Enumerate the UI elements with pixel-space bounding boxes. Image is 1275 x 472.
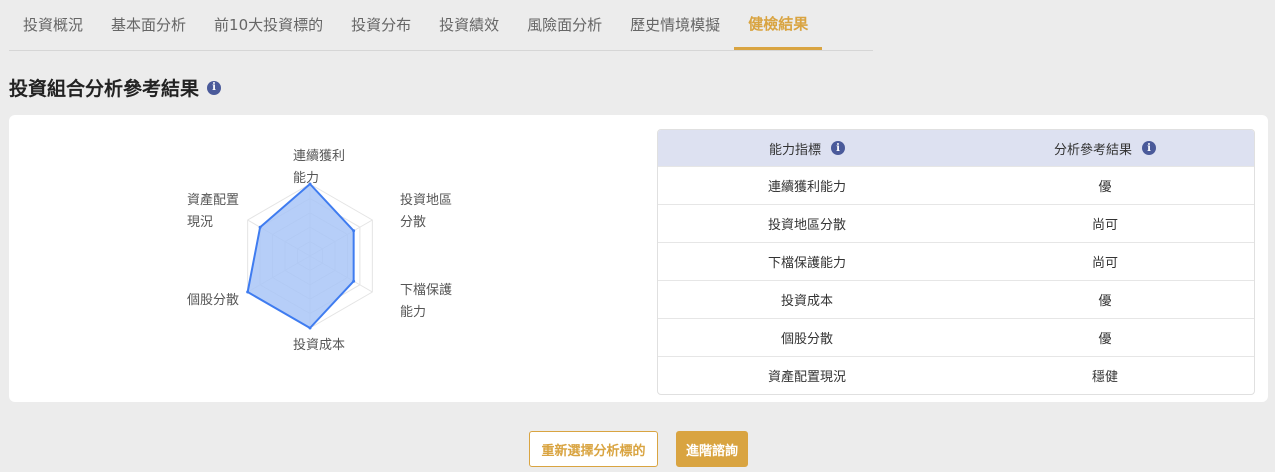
table-row: 投資成本 優 bbox=[658, 280, 1254, 318]
advanced-consult-button[interactable]: 進階諮詢 bbox=[676, 431, 748, 467]
table-cell: 下檔保護能力 bbox=[767, 256, 846, 271]
page-title: 投資組合分析參考結果 bbox=[9, 78, 200, 100]
table-cell: 優 bbox=[1098, 332, 1112, 347]
radar-label-line: 能力 bbox=[293, 171, 320, 186]
radar-label-line: 下檔保護 bbox=[400, 283, 453, 298]
table-row: 連續獲利能力 優 bbox=[658, 166, 1254, 204]
page-title-row: 投資組合分析參考結果 i bbox=[9, 74, 222, 101]
table-cell: 尚可 bbox=[1091, 256, 1118, 271]
radar-label-line: 投資地區 bbox=[400, 193, 453, 208]
radar-label-region-diversification: 投資地區 分散 bbox=[400, 190, 470, 234]
tab-checkup-result[interactable]: 健檢結果 bbox=[734, 0, 823, 50]
tab-bar: 投資概況 基本面分析 前10大投資標的 投資分布 投資績效 風險面分析 歷史情境… bbox=[9, 0, 873, 51]
table-cell: 穩健 bbox=[1091, 370, 1118, 385]
table-cell: 個股分散 bbox=[780, 332, 833, 347]
header-analysis-result: 分析參考結果 bbox=[1053, 142, 1132, 158]
reselect-target-button[interactable]: 重新選擇分析標的 bbox=[529, 431, 658, 467]
table-header-cell: 分析參考結果 i bbox=[956, 130, 1254, 166]
tab-overview[interactable]: 投資概況 bbox=[9, 0, 97, 48]
radar-label-line: 個股分散 bbox=[187, 293, 240, 308]
radar-label-investment-cost: 投資成本 bbox=[293, 335, 363, 357]
table-row: 資產配置現況 穩健 bbox=[658, 356, 1254, 394]
table-cell: 尚可 bbox=[1091, 218, 1118, 233]
radar-label-line: 資產配置 bbox=[187, 193, 240, 208]
table-row: 個股分散 優 bbox=[658, 318, 1254, 356]
radar-label-line: 現況 bbox=[187, 215, 214, 230]
radar-label-line: 投資成本 bbox=[293, 338, 346, 353]
radar-label-line: 能力 bbox=[400, 305, 427, 320]
tab-performance[interactable]: 投資績效 bbox=[425, 0, 513, 48]
radar-label-line: 分散 bbox=[400, 215, 427, 230]
info-icon[interactable]: i bbox=[207, 80, 222, 95]
table-header-row: 能力指標 i 分析參考結果 i bbox=[658, 130, 1254, 166]
tab-top10-holdings[interactable]: 前10大投資標的 bbox=[200, 0, 337, 48]
radar-label-downside-protection: 下檔保護 能力 bbox=[400, 280, 470, 324]
result-table: 能力指標 i 分析參考結果 i 連續獲利能力 優 投資地區分散 尚可 下檔保護能… bbox=[657, 129, 1255, 395]
tab-risk-analysis[interactable]: 風險面分析 bbox=[513, 0, 616, 48]
tab-historical-scenario[interactable]: 歷史情境模擬 bbox=[616, 0, 734, 48]
table-cell: 投資地區分散 bbox=[767, 218, 846, 233]
table-row: 投資地區分散 尚可 bbox=[658, 204, 1254, 242]
table-cell: 優 bbox=[1098, 294, 1112, 309]
table-row: 下檔保護能力 尚可 bbox=[658, 242, 1254, 280]
table-cell: 投資成本 bbox=[780, 294, 833, 309]
tab-investment-distribution[interactable]: 投資分布 bbox=[337, 0, 425, 48]
tab-fundamental-analysis[interactable]: 基本面分析 bbox=[97, 0, 200, 48]
table-cell: 優 bbox=[1098, 180, 1112, 195]
table-cell: 資產配置現況 bbox=[767, 370, 846, 385]
radar-label-asset-allocation: 資產配置 現況 bbox=[187, 190, 257, 234]
radar-label-stock-diversification: 個股分散 bbox=[187, 290, 257, 312]
table-header-cell: 能力指標 i bbox=[658, 130, 956, 166]
radar-label-line: 連續獲利 bbox=[293, 149, 346, 164]
info-icon[interactable]: i bbox=[1142, 141, 1156, 155]
table-cell: 連續獲利能力 bbox=[767, 180, 846, 195]
header-ability-indicator: 能力指標 bbox=[768, 142, 821, 158]
info-icon[interactable]: i bbox=[831, 141, 845, 155]
radar-label-continuous-profit: 連續獲利 能力 bbox=[293, 146, 363, 190]
